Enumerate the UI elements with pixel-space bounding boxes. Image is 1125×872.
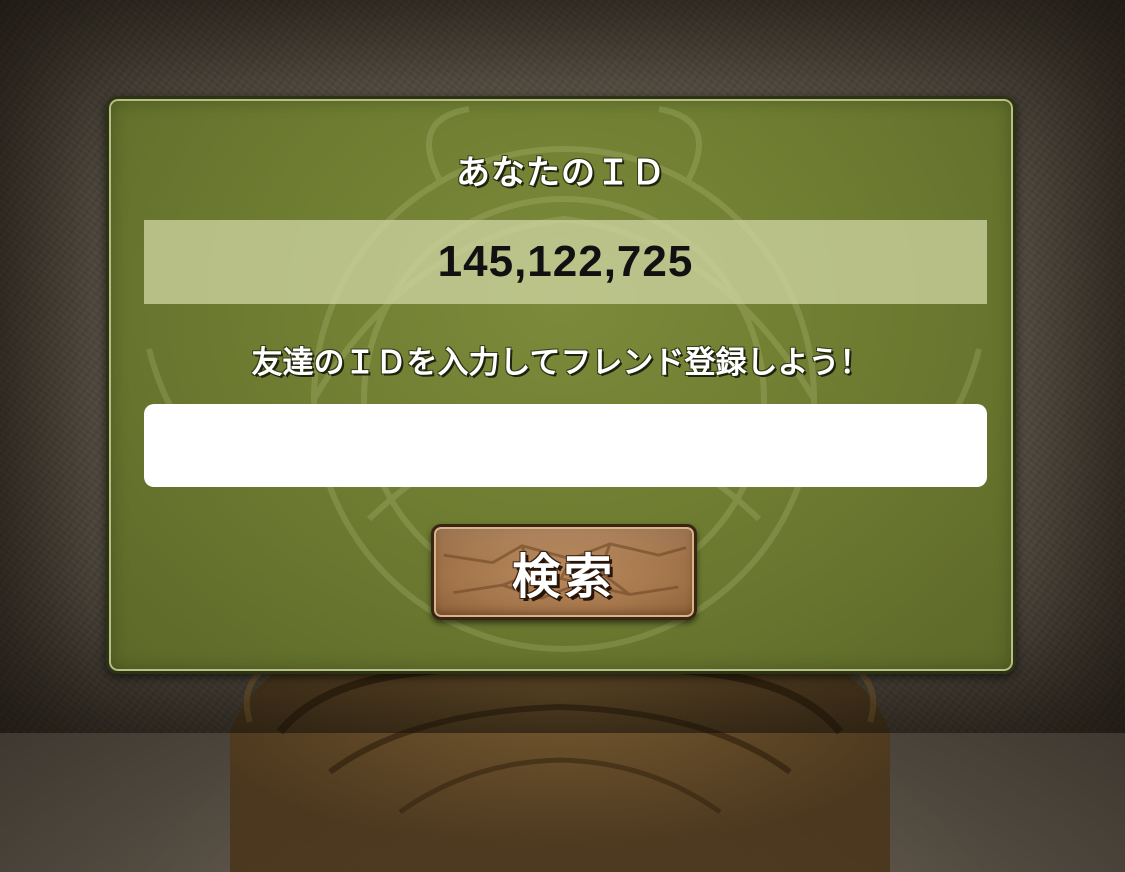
dialog-title: あなたのＩＤ xyxy=(456,153,666,193)
search-button-label: 検索 xyxy=(511,549,616,605)
search-button[interactable]: 検索 xyxy=(431,524,697,620)
friend-search-dialog: あなたのＩＤ 145,122,725 友達のＩＤを入力してフレンド登録しよう！ … xyxy=(106,96,1016,674)
instruction-text: 友達のＩＤを入力してフレンド登録しよう！ xyxy=(251,345,871,381)
your-id-value: 145,122,725 xyxy=(437,237,694,286)
your-id-display: 145,122,725 xyxy=(144,220,987,304)
friend-id-input[interactable] xyxy=(144,404,987,487)
